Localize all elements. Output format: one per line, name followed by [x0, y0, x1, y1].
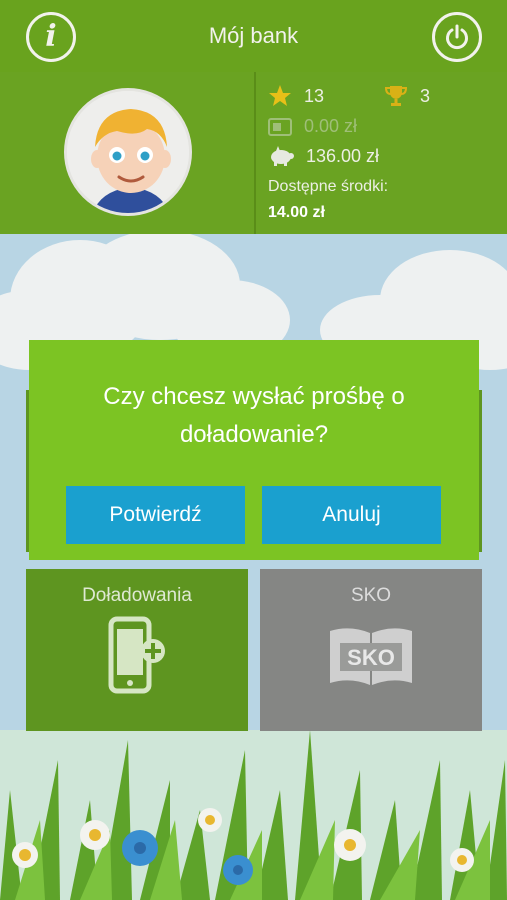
dialog-message: Czy chcesz wysłać prośbę o doładowanie?: [103, 383, 405, 448]
top-up-request-dialog: Czy chcesz wysłać prośbę o doładowanie? …: [29, 340, 479, 560]
confirm-button[interactable]: Potwierdź: [66, 486, 245, 544]
cancel-button[interactable]: Anuluj: [262, 486, 441, 544]
